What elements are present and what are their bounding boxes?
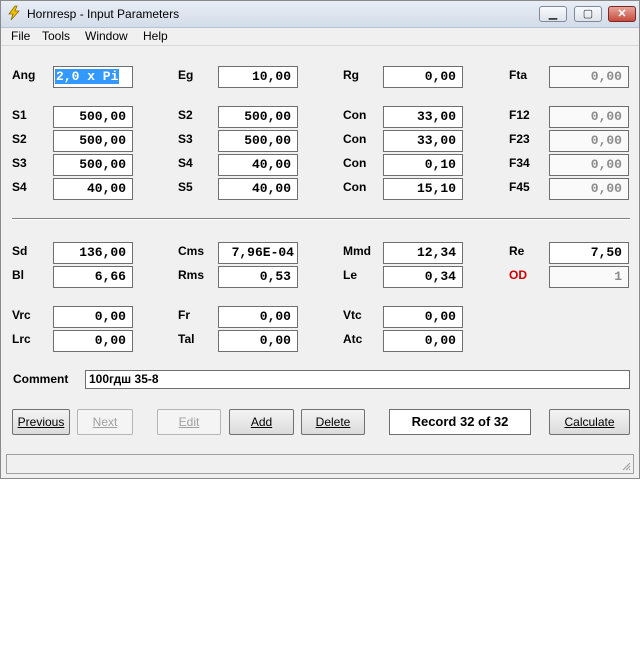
- maximize-button[interactable]: ▢: [574, 6, 602, 22]
- re-label: Re: [509, 244, 525, 258]
- rms-field[interactable]: 0,53: [218, 266, 298, 288]
- cms-label: Cms: [178, 244, 205, 258]
- mmd-field[interactable]: 12,34: [383, 242, 463, 264]
- le-label: Le: [343, 268, 358, 282]
- previous-button[interactable]: Previous: [12, 409, 70, 435]
- ang-field[interactable]: 2,0 x Pi: [53, 66, 133, 88]
- con1-label: Con: [343, 108, 367, 122]
- f34-label: F34: [509, 156, 530, 170]
- s1-label: S1: [12, 108, 27, 122]
- vtc-field[interactable]: 0,00: [383, 306, 463, 328]
- bl-label: Bl: [12, 268, 24, 282]
- section-divider: [12, 218, 630, 220]
- ang-label: Ang: [12, 68, 36, 82]
- ang-value: 2,0 x Pi: [55, 69, 120, 84]
- s3-field-col2[interactable]: 500,00: [218, 130, 298, 152]
- f12-field: 0,00: [549, 106, 629, 128]
- close-button[interactable]: ✕: [608, 6, 636, 22]
- con2-field[interactable]: 33,00: [383, 130, 463, 152]
- close-icon: ✕: [617, 8, 627, 20]
- f23-label: F23: [509, 132, 530, 146]
- menu-tools[interactable]: Tools: [42, 29, 70, 43]
- mmd-label: Mmd: [343, 244, 371, 258]
- eg-field[interactable]: 10,00: [218, 66, 298, 88]
- tal-label: Tal: [178, 332, 195, 346]
- resize-grip-icon[interactable]: [621, 461, 631, 471]
- tal-field[interactable]: 0,00: [218, 330, 298, 352]
- s4-field-col2[interactable]: 40,00: [218, 154, 298, 176]
- f23-field: 0,00: [549, 130, 629, 152]
- fr-label: Fr: [178, 308, 190, 322]
- con2-label: Con: [343, 132, 367, 146]
- main-window: Hornresp - Input Parameters ▁ ▢ ✕ File T…: [0, 0, 640, 479]
- vrc-field[interactable]: 0,00: [53, 306, 133, 328]
- rms-label: Rms: [178, 268, 205, 282]
- rg-label: Rg: [343, 68, 359, 82]
- atc-label: Atc: [343, 332, 363, 346]
- s4-field[interactable]: 40,00: [53, 178, 133, 200]
- sd-label: Sd: [12, 244, 28, 258]
- con4-field[interactable]: 15,10: [383, 178, 463, 200]
- fta-label: Fta: [509, 68, 527, 82]
- lrc-field[interactable]: 0,00: [53, 330, 133, 352]
- s3-field[interactable]: 500,00: [53, 154, 133, 176]
- edit-button[interactable]: Edit: [157, 409, 221, 435]
- f12-label: F12: [509, 108, 530, 122]
- maximize-icon: ▢: [582, 8, 594, 20]
- rg-field[interactable]: 0,00: [383, 66, 463, 88]
- s2-label: S2: [12, 132, 27, 146]
- window-title: Hornresp - Input Parameters: [27, 7, 180, 21]
- title-bar[interactable]: Hornresp - Input Parameters ▁ ▢ ✕: [1, 1, 639, 28]
- menu-file[interactable]: File: [11, 29, 30, 43]
- cms-field[interactable]: 7,96E-04: [218, 242, 298, 264]
- delete-button[interactable]: Delete: [301, 409, 365, 435]
- fr-field[interactable]: 0,00: [218, 306, 298, 328]
- menu-bar: File Tools Window Help: [1, 28, 639, 46]
- minimize-icon: ▁: [548, 8, 558, 20]
- con4-label: Con: [343, 180, 367, 194]
- con1-field[interactable]: 33,00: [383, 106, 463, 128]
- s2-field-col2[interactable]: 500,00: [218, 106, 298, 128]
- calculate-button[interactable]: Calculate: [549, 409, 630, 435]
- s5-field[interactable]: 40,00: [218, 178, 298, 200]
- lightning-icon: [8, 5, 20, 21]
- le-field[interactable]: 0,34: [383, 266, 463, 288]
- comment-label: Comment: [13, 372, 69, 386]
- s2-field[interactable]: 500,00: [53, 130, 133, 152]
- add-button[interactable]: Add: [229, 409, 294, 435]
- f34-field: 0,00: [549, 154, 629, 176]
- atc-field[interactable]: 0,00: [383, 330, 463, 352]
- od-field: 1: [549, 266, 629, 288]
- menu-help[interactable]: Help: [143, 29, 168, 43]
- re-field[interactable]: 7,50: [549, 242, 629, 264]
- con3-label: Con: [343, 156, 367, 170]
- sd-field[interactable]: 136,00: [53, 242, 133, 264]
- fta-field: 0,00: [549, 66, 629, 88]
- minimize-button[interactable]: ▁: [539, 6, 567, 22]
- comment-field[interactable]: 100гдш 35-8: [85, 370, 630, 389]
- od-label: OD: [509, 268, 527, 282]
- con3-field[interactable]: 0,10: [383, 154, 463, 176]
- vrc-label: Vrc: [12, 308, 31, 322]
- menu-window[interactable]: Window: [85, 29, 128, 43]
- f45-field: 0,00: [549, 178, 629, 200]
- status-bar: [6, 454, 634, 474]
- eg-label: Eg: [178, 68, 194, 82]
- s5-label: S5: [178, 180, 193, 194]
- s1-field[interactable]: 500,00: [53, 106, 133, 128]
- lrc-label: Lrc: [12, 332, 31, 346]
- s4-label: S4: [12, 180, 27, 194]
- s3-label: S3: [12, 156, 27, 170]
- next-button[interactable]: Next: [77, 409, 133, 435]
- bl-field[interactable]: 6,66: [53, 266, 133, 288]
- vtc-label: Vtc: [343, 308, 362, 322]
- record-indicator: Record 32 of 32: [389, 409, 531, 435]
- s4-label-col2: S4: [178, 156, 193, 170]
- f45-label: F45: [509, 180, 530, 194]
- s3-label-col2: S3: [178, 132, 193, 146]
- s2-label-col2: S2: [178, 108, 193, 122]
